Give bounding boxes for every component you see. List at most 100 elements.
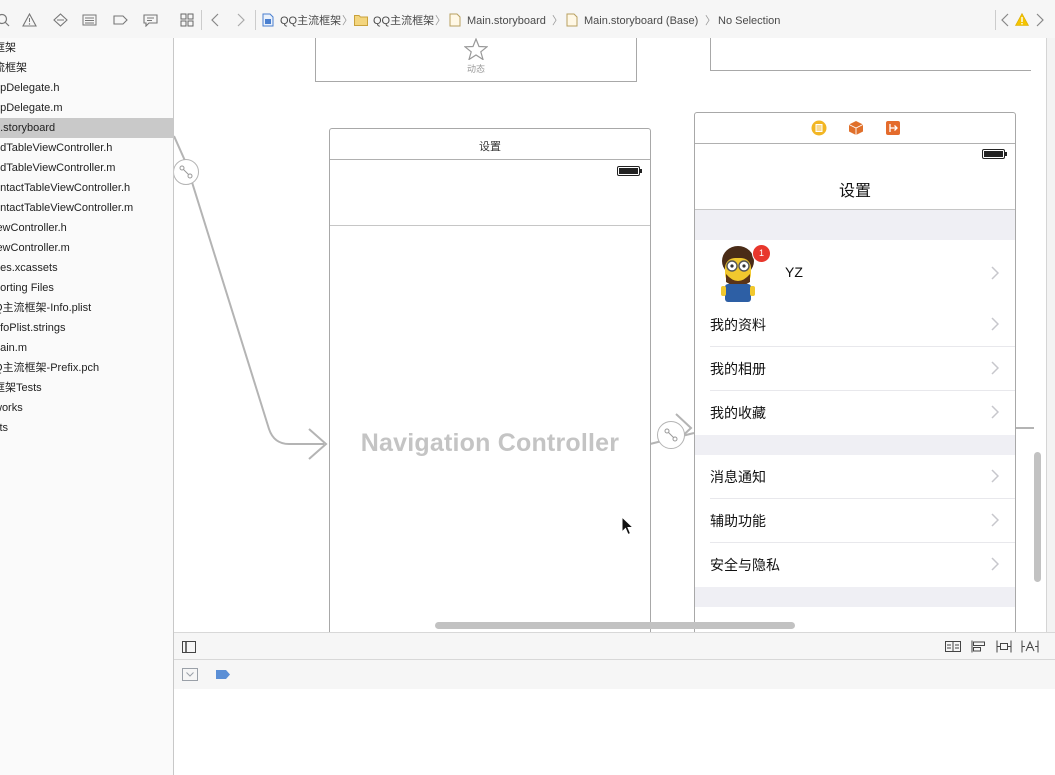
first-responder-icon[interactable] — [848, 120, 864, 136]
chevron-right-icon — [991, 361, 999, 375]
table-cell[interactable]: 辅助功能 — [695, 499, 1015, 543]
chevron-right-icon — [991, 513, 999, 527]
group-1: 我的资料我的相册我的收藏 — [695, 303, 1015, 435]
project-icon — [262, 13, 274, 27]
scene-title-bar: 设置 — [330, 129, 650, 160]
cell-label: 我的收藏 — [710, 405, 766, 421]
pin-icon[interactable] — [996, 640, 1012, 653]
chevron-right-icon — [991, 266, 999, 280]
file-item[interactable]: Q主流框架-Prefix.pch — [0, 358, 173, 378]
hide-debug-area-icon[interactable] — [182, 668, 198, 681]
storyboard-base-icon — [566, 13, 578, 27]
jump-bar: QQ主流框架 〉 QQ主流框架 〉 Main.storyboard 〉 Main… — [174, 0, 1055, 39]
storyboard-file-icon — [449, 13, 461, 27]
breadcrumb-localization[interactable]: Main.storyboard (Base) — [584, 14, 698, 28]
warning-icon[interactable] — [1015, 13, 1029, 26]
file-item[interactable]: ddTableViewController.m — [0, 158, 173, 178]
navigator-toolbar — [0, 0, 174, 39]
file-item[interactable]: nfoPlist.strings — [0, 318, 173, 338]
navigation-controller-scene[interactable]: 设置 Navigation Controller — [329, 128, 651, 632]
file-item[interactable]: 框架Tests — [0, 378, 173, 398]
canvas-bottom-bar — [174, 632, 1055, 660]
view-controller-icon[interactable] — [811, 120, 827, 136]
battery-icon — [982, 149, 1007, 159]
align-icon[interactable] — [971, 640, 987, 653]
breadcrumb-selection[interactable]: No Selection — [718, 14, 780, 28]
horizontal-scrollbar[interactable] — [435, 622, 795, 629]
chevron-right-icon — [991, 317, 999, 331]
next-issue-icon[interactable] — [1035, 13, 1045, 27]
profile-name: YZ — [785, 264, 803, 280]
file-item[interactable]: iewController.m — [0, 238, 173, 258]
cell-label: 辅助功能 — [710, 513, 766, 529]
file-item[interactable]: n.storyboard — [0, 118, 173, 138]
file-item[interactable]: porting Files — [0, 278, 173, 298]
file-item[interactable]: 框架 — [0, 38, 173, 58]
debug-area-bar — [174, 659, 1055, 690]
table-cell[interactable]: 消息通知 — [695, 455, 1015, 499]
log-navigator-icon[interactable] — [143, 13, 158, 27]
stack-icon[interactable] — [945, 640, 961, 653]
file-item[interactable]: ppDelegate.m — [0, 98, 173, 118]
nav-bar-title: 设置 — [838, 183, 871, 200]
table-cell[interactable]: 我的相册 — [695, 347, 1015, 391]
previous-issue-icon[interactable] — [1000, 13, 1010, 27]
breakpoints-toggle-icon[interactable] — [215, 669, 231, 680]
navigation-controller-watermark: Navigation Controller — [360, 429, 620, 457]
utility-area-edge — [1046, 38, 1055, 632]
file-item[interactable]: cts — [0, 418, 173, 438]
document-outline-toggle-icon[interactable] — [182, 641, 196, 653]
test-navigator-icon[interactable] — [53, 13, 68, 27]
cell-label: 我的资料 — [710, 317, 766, 333]
file-navigator: 框架流框架ppDelegate.hppDelegate.mn.storyboar… — [0, 38, 174, 775]
table-cell[interactable]: 我的资料 — [695, 303, 1015, 347]
star-icon — [464, 38, 488, 60]
file-item[interactable]: ddTableViewController.h — [0, 138, 173, 158]
search-icon[interactable] — [0, 13, 10, 27]
cell-label: 消息通知 — [710, 469, 766, 485]
section-gap — [695, 435, 1015, 455]
back-arrow-icon[interactable] — [210, 13, 220, 27]
exit-icon[interactable] — [885, 120, 901, 136]
related-items-icon[interactable] — [180, 13, 194, 27]
forward-arrow-icon[interactable] — [236, 13, 246, 27]
file-item[interactable]: works — [0, 398, 173, 418]
debug-navigator-icon[interactable] — [82, 13, 97, 27]
navigation-bar — [330, 225, 650, 226]
profile-cell[interactable]: 1 YZ — [695, 240, 1015, 306]
file-item[interactable]: ges.xcassets — [0, 258, 173, 278]
breadcrumb-group[interactable]: QQ主流框架 — [373, 14, 434, 28]
settings-scene[interactable]: 设置 1 YZ 我的资料 我的相册 我的收藏 消息通知辅助功能 安全与隐私 — [694, 112, 1016, 632]
vertical-scrollbar[interactable] — [1034, 452, 1041, 582]
file-item[interactable]: ontactTableViewController.m — [0, 198, 173, 218]
scene-dock — [695, 113, 1015, 144]
battery-icon — [617, 166, 642, 176]
file-item[interactable]: ppDelegate.h — [0, 78, 173, 98]
warning-navigator-icon[interactable] — [22, 13, 37, 27]
segue-relationship-icon[interactable] — [174, 159, 199, 185]
breadcrumb-file[interactable]: Main.storyboard — [467, 14, 546, 28]
group-2: 消息通知辅助功能安全与隐私 — [695, 455, 1015, 587]
file-item[interactable]: 流框架 — [0, 58, 173, 78]
storyboard-canvas[interactable]: 动态 设置 Navigation Controller 设置 1 YZ 我的资料… — [174, 38, 1055, 632]
table-cell[interactable]: 安全与隐私 — [695, 543, 1015, 587]
file-item[interactable]: Q主流框架-Info.plist — [0, 298, 173, 318]
file-item[interactable]: nain.m — [0, 338, 173, 358]
chevron-right-icon — [991, 405, 999, 419]
resolve-autolayout-icon[interactable] — [1021, 640, 1039, 653]
breadcrumb-separator: 〉 — [705, 15, 716, 27]
file-item[interactable]: ontactTableViewController.h — [0, 178, 173, 198]
notification-badge: 1 — [752, 244, 771, 263]
tab-bar-scene[interactable]: 动态 — [315, 38, 637, 82]
debug-area — [174, 689, 1055, 775]
tab-item-label: 动态 — [466, 64, 485, 74]
breadcrumb-project[interactable]: QQ主流框架 — [280, 14, 341, 28]
breakpoint-navigator-icon[interactable] — [113, 13, 128, 27]
partial-scene-right[interactable] — [710, 38, 1031, 71]
file-item[interactable]: iewController.h — [0, 218, 173, 238]
table-cell[interactable]: 我的收藏 — [695, 391, 1015, 435]
badge-count: 1 — [758, 248, 764, 258]
folder-icon — [354, 15, 368, 26]
breadcrumb-separator: 〉 — [552, 15, 563, 27]
segue-root-icon[interactable] — [657, 421, 685, 449]
